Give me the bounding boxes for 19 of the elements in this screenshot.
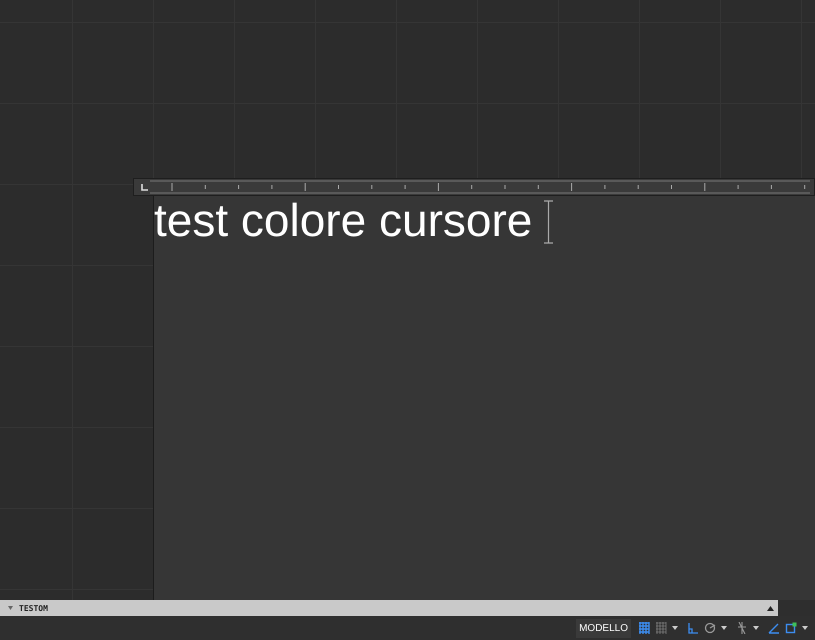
caret-icon[interactable] bbox=[802, 626, 808, 630]
right-angle-icon[interactable] bbox=[687, 622, 699, 634]
caret-icon[interactable] bbox=[753, 626, 759, 630]
ruler[interactable] bbox=[133, 178, 815, 196]
caret-icon[interactable] bbox=[721, 626, 727, 630]
tab-stop-icon[interactable] bbox=[141, 184, 148, 190]
command-text: TESTOM bbox=[19, 604, 48, 612]
model-tab[interactable]: MODELLO bbox=[576, 618, 631, 638]
angle-icon[interactable] bbox=[768, 622, 780, 634]
text-cursor-icon bbox=[544, 200, 554, 244]
grid-icon[interactable] bbox=[638, 622, 650, 634]
caret-icon[interactable] bbox=[672, 626, 678, 630]
drawing-canvas[interactable]: test colore cursore bbox=[0, 0, 815, 600]
caret-icon[interactable] bbox=[767, 606, 774, 610]
cross-lines-icon[interactable] bbox=[736, 622, 748, 634]
polar-icon[interactable] bbox=[704, 622, 716, 634]
text-content: test colore cursore bbox=[154, 198, 532, 242]
square-icon[interactable] bbox=[785, 622, 797, 634]
dot-grid-icon[interactable] bbox=[655, 622, 667, 634]
